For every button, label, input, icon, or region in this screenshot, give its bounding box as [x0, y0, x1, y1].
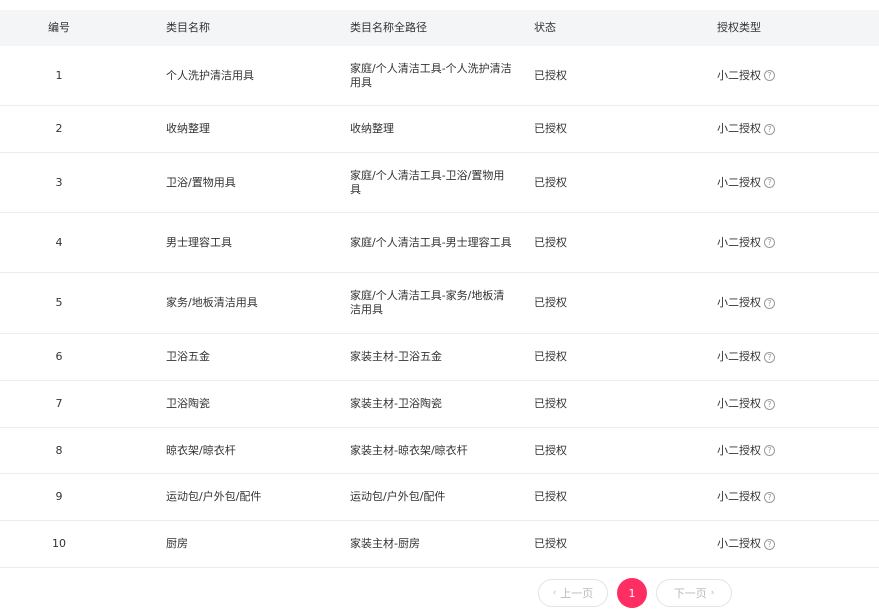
row-index: 2: [55, 122, 63, 135]
table-row: 2 收纳整理 收纳整理 已授权 小二授权?: [0, 106, 879, 153]
next-page-label: 下一页: [673, 587, 707, 600]
table-row: 7 卫浴陶瓷 家装主材-卫浴陶瓷 已授权 小二授权?: [0, 381, 879, 428]
row-category-path: 家装主材-卫浴陶瓷: [350, 397, 442, 410]
pagination: ‹ 上一页 1 下一页 ›: [538, 578, 732, 608]
row-category-name: 卫浴/置物用具: [166, 175, 236, 189]
row-category-name: 卫浴陶瓷: [166, 397, 210, 410]
header-auth-type: 授权类型: [717, 21, 761, 34]
prev-page-button[interactable]: ‹ 上一页: [538, 579, 608, 607]
help-icon[interactable]: ?: [764, 351, 775, 363]
table-row: 3 卫浴/置物用具 家庭/个人清洁工具-卫浴/置物用具 已授权 小二授权?: [0, 153, 879, 213]
table-row: 1 个人洗护清洁用具 家庭/个人清洁工具-个人洗护清洁用具 已授权 小二授权?: [0, 46, 879, 106]
help-icon[interactable]: ?: [764, 70, 775, 81]
row-status: 已授权: [534, 175, 567, 189]
row-index: 8: [55, 443, 63, 457]
row-status: 已授权: [534, 537, 567, 550]
row-status: 已授权: [534, 397, 567, 410]
next-page-button[interactable]: 下一页 ›: [656, 579, 732, 607]
row-category-path: 家装主材-晾衣架/晾衣杆: [350, 443, 468, 457]
row-index: 6: [55, 350, 63, 363]
row-category-name: 运动包/户外包/配件: [166, 490, 262, 503]
row-index: 5: [55, 296, 63, 309]
row-category-path: 家庭/个人清洁工具-卫浴/置物用具: [350, 168, 505, 196]
row-auth-type: 小二授权: [717, 296, 761, 309]
help-icon[interactable]: ?: [764, 538, 775, 550]
header-category-name: 类目名称: [166, 21, 210, 34]
row-category-path: 家庭/个人清洁工具-男士理容工具: [350, 235, 512, 249]
row-auth-type: 小二授权: [717, 537, 761, 550]
category-auth-table: 编号 类目名称 类目名称全路径 状态 授权类型 1 个人洗护清洁用具 家庭/个人…: [0, 10, 879, 568]
help-icon[interactable]: ?: [764, 491, 775, 503]
row-status: 已授权: [534, 443, 567, 457]
row-index: 4: [55, 235, 63, 249]
table-row: 5 家务/地板清洁用具 家庭/个人清洁工具-家务/地板清洁用具 已授权 小二授权…: [0, 273, 879, 334]
table-row: 6 卫浴五金 家装主材-卫浴五金 已授权 小二授权?: [0, 334, 879, 381]
table-row: 4 男士理容工具 家庭/个人清洁工具-男士理容工具 已授权 小二授权?: [0, 213, 879, 273]
header-status: 状态: [534, 21, 556, 34]
row-status: 已授权: [534, 68, 567, 82]
header-category-path: 类目名称全路径: [350, 21, 427, 34]
chevron-left-icon: ‹: [552, 588, 557, 598]
row-category-path: 家装主材-厨房: [350, 537, 420, 550]
row-category-name: 收纳整理: [166, 122, 210, 135]
row-index: 9: [55, 490, 63, 503]
row-category-path: 家庭/个人清洁工具-个人洗护清洁用具: [350, 61, 512, 89]
row-index: 3: [55, 175, 63, 189]
help-icon[interactable]: ?: [764, 123, 775, 135]
help-icon[interactable]: ?: [764, 398, 775, 410]
row-auth-type: 小二授权: [717, 443, 761, 457]
row-index: 10: [52, 537, 66, 550]
row-category-name: 厨房: [166, 537, 188, 550]
row-category-name: 晾衣架/晾衣杆: [166, 443, 236, 457]
row-category-name: 家务/地板清洁用具: [166, 296, 258, 309]
current-page-button[interactable]: 1: [617, 578, 647, 608]
row-auth-type: 小二授权: [717, 350, 761, 363]
row-category-name: 个人洗护清洁用具: [166, 68, 254, 82]
row-auth-type: 小二授权: [717, 235, 761, 249]
row-auth-type: 小二授权: [717, 122, 761, 135]
row-status: 已授权: [534, 235, 567, 249]
row-category-name: 男士理容工具: [166, 235, 232, 249]
row-category-path: 家庭/个人清洁工具-家务/地板清洁用具: [350, 289, 505, 316]
help-icon[interactable]: ?: [764, 445, 775, 456]
row-status: 已授权: [534, 296, 567, 309]
row-index: 1: [55, 68, 63, 82]
row-category-path: 家装主材-卫浴五金: [350, 350, 442, 363]
table-row: 8 晾衣架/晾衣杆 家装主材-晾衣架/晾衣杆 已授权 小二授权?: [0, 428, 879, 474]
row-auth-type: 小二授权: [717, 68, 761, 82]
table-header: 编号 类目名称 类目名称全路径 状态 授权类型: [0, 10, 879, 46]
header-index: 编号: [48, 21, 70, 34]
chevron-right-icon: ›: [710, 588, 715, 598]
row-auth-type: 小二授权: [717, 175, 761, 189]
row-status: 已授权: [534, 350, 567, 363]
table-row: 9 运动包/户外包/配件 运动包/户外包/配件 已授权 小二授权?: [0, 474, 879, 521]
row-status: 已授权: [534, 490, 567, 503]
help-icon[interactable]: ?: [764, 297, 775, 309]
help-icon[interactable]: ?: [764, 237, 775, 248]
help-icon[interactable]: ?: [764, 177, 775, 188]
row-index: 7: [55, 397, 63, 410]
table-row: 10 厨房 家装主材-厨房 已授权 小二授权?: [0, 521, 879, 568]
row-status: 已授权: [534, 122, 567, 135]
row-category-name: 卫浴五金: [166, 350, 210, 363]
prev-page-label: 上一页: [560, 587, 594, 600]
row-auth-type: 小二授权: [717, 490, 761, 503]
row-auth-type: 小二授权: [717, 397, 761, 410]
row-category-path: 运动包/户外包/配件: [350, 490, 446, 503]
row-category-path: 收纳整理: [350, 122, 394, 135]
